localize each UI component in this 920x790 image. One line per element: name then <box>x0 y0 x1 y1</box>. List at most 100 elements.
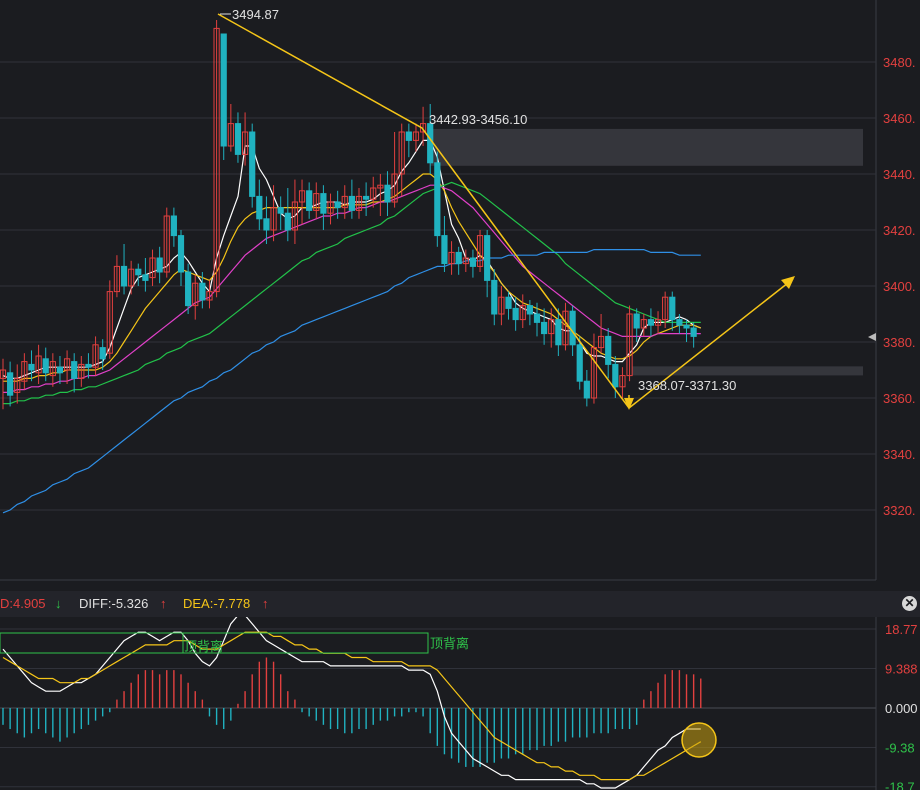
candle-body <box>533 313 541 323</box>
candle-body <box>21 361 28 382</box>
candle-body <box>633 313 640 329</box>
candle-body <box>220 33 227 147</box>
candle-body <box>284 212 291 231</box>
candle-body <box>398 131 405 175</box>
candle-body <box>106 291 113 354</box>
kline-chart[interactable]: 3480. 3460. 3440. 3420. 3400. 3380. 3360. 3340.… <box>0 0 920 790</box>
divergence-label-2: 顶背离 <box>430 636 469 651</box>
candle-body <box>455 251 462 265</box>
price-tick-label: 3360. <box>883 391 916 406</box>
candle-body <box>640 319 647 329</box>
candle <box>626 305 633 382</box>
peak-label: 3494.87 <box>232 7 279 22</box>
candle-body <box>476 235 484 267</box>
candle-body <box>377 184 384 189</box>
candle-body <box>277 207 284 214</box>
candle-body <box>434 162 441 237</box>
candle-body <box>612 363 619 388</box>
candle-body <box>49 361 56 377</box>
candle-body <box>270 207 277 231</box>
candle-body <box>14 377 21 393</box>
macd-line-diff <box>2 614 701 789</box>
candle-body <box>498 296 505 315</box>
candle-body <box>484 235 491 281</box>
macd-tick-label: -18.7 <box>885 780 915 790</box>
candle-body <box>370 187 377 200</box>
candle <box>249 123 256 208</box>
dea-arrow-icon: ↑ <box>262 596 269 611</box>
candle-body <box>462 257 469 265</box>
candle-body <box>56 366 64 374</box>
candle-body <box>85 363 92 368</box>
candle-body <box>256 195 263 220</box>
candle-body <box>512 307 519 321</box>
candle-body <box>227 123 234 147</box>
candle-body <box>469 257 477 267</box>
candle-body <box>313 193 320 211</box>
candle-body <box>298 190 306 203</box>
diff-value: DIFF:-5.326 <box>79 596 149 611</box>
price-tick-label: 3380. <box>883 335 916 350</box>
candle-body <box>555 319 562 346</box>
candle-body <box>341 195 348 209</box>
candle-body <box>135 268 142 276</box>
candle-body <box>63 358 71 371</box>
candle-body <box>412 131 420 141</box>
candle-body <box>128 268 135 287</box>
candle-body <box>163 215 170 273</box>
macd-tick-label: 9.388 <box>885 661 918 676</box>
divergence-box-1 <box>0 632 184 654</box>
highlight-circle <box>681 722 717 758</box>
macd-value: D:4.905 <box>0 596 46 611</box>
candle-body <box>78 363 85 379</box>
candle-body <box>291 201 299 231</box>
upper-zone-label: 3442.93-3456.10 <box>429 112 527 127</box>
dea-value: DEA:-7.778 <box>183 596 251 611</box>
candle-body <box>99 347 106 360</box>
close-icon[interactable]: ✕ <box>902 596 917 611</box>
candle-body <box>519 305 526 321</box>
candle-body <box>334 201 341 209</box>
candle-body <box>626 313 633 377</box>
candle-body <box>0 369 7 379</box>
candle-body <box>199 282 206 301</box>
price-tick-label: 3460. <box>883 111 916 126</box>
candle-body <box>355 195 363 211</box>
candle-body <box>690 327 697 337</box>
candle-body <box>548 319 555 335</box>
candle-body <box>576 344 583 382</box>
macd-arrow-icon: ↓ <box>55 596 62 611</box>
candle-body <box>327 201 334 214</box>
candle-body <box>71 361 78 379</box>
candle <box>220 33 227 160</box>
candle-body <box>42 358 49 374</box>
candle-body <box>676 319 683 326</box>
candle-body <box>142 274 149 281</box>
candle-body <box>35 355 42 374</box>
macd-tick-label: 0.000 <box>885 701 918 716</box>
candle <box>434 151 441 247</box>
candle-body <box>491 279 498 315</box>
candle-body <box>448 251 455 265</box>
candle-body <box>113 265 121 293</box>
candle-body <box>363 195 370 200</box>
candle-body <box>505 296 512 309</box>
price-tick-label: 3440. <box>883 167 916 182</box>
candle <box>106 280 113 359</box>
candle-body <box>597 335 605 349</box>
candle-body <box>170 215 177 237</box>
diff-arrow-icon: ↑ <box>160 596 167 611</box>
candle-body <box>541 321 548 335</box>
price-tick-label: 3420. <box>883 223 916 238</box>
candle-body <box>241 131 249 155</box>
candle-body <box>562 310 569 346</box>
candle-body <box>92 344 99 368</box>
candle-body <box>185 271 192 307</box>
price-tick-label: 3340. <box>883 447 916 462</box>
candle-body <box>590 347 598 399</box>
candle-body <box>7 372 14 396</box>
candle-body <box>177 235 185 273</box>
candle-body <box>647 319 655 326</box>
macd-tick-label: 18.77 <box>885 622 918 637</box>
candle-body <box>654 319 662 326</box>
